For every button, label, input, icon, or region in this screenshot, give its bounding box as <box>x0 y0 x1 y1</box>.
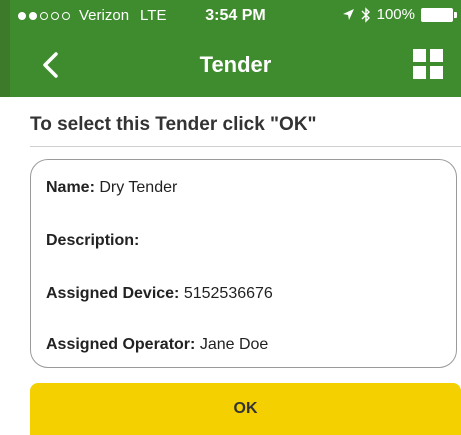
status-right: 100% <box>342 6 457 23</box>
phone-screen: Verizon LTE 3:54 PM 100% Tender To selec… <box>10 0 461 435</box>
divider <box>30 146 461 147</box>
left-edge-strip <box>0 0 10 97</box>
assigned-operator-row: Assigned Operator: Jane Doe <box>46 336 268 354</box>
assigned-device-row: Assigned Device: 5152536676 <box>46 285 273 303</box>
name-label: Name: <box>46 179 100 196</box>
description-row: Description: <box>46 232 139 250</box>
name-row: Name: Dry Tender <box>46 179 177 197</box>
page-title: Tender <box>199 52 272 77</box>
assigned-device-value: 5152536676 <box>183 285 273 302</box>
navigation-bar: Tender <box>10 33 461 97</box>
assigned-operator-value: Jane Doe <box>199 336 269 353</box>
status-bar: Verizon LTE 3:54 PM 100% <box>10 0 461 33</box>
description-label: Description: <box>46 232 140 249</box>
battery-icon <box>421 7 457 22</box>
bluetooth-icon <box>361 6 370 23</box>
name-value: Dry Tender <box>99 179 178 196</box>
ok-button[interactable]: OK <box>30 383 461 435</box>
battery-percentage: 100% <box>376 6 415 23</box>
grid-icon <box>413 49 443 79</box>
tender-details-card: Name: Dry Tender Description: Assigned D… <box>30 159 457 368</box>
location-arrow-icon <box>342 9 354 20</box>
assigned-operator-label: Assigned Operator: <box>46 336 200 353</box>
assigned-device-label: Assigned Device: <box>46 285 184 302</box>
grid-menu-button[interactable] <box>411 47 445 81</box>
instruction-text: To select this Tender click "OK" <box>30 114 317 135</box>
